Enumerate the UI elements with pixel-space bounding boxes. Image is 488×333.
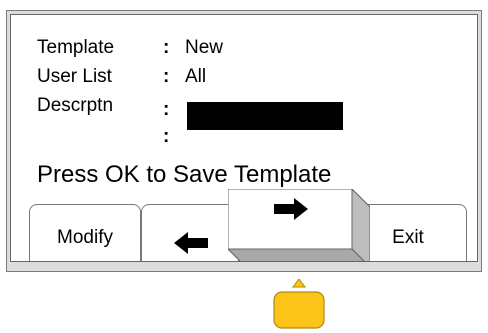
yellow-key: [273, 291, 325, 329]
save-prompt: Press OK to Save Template: [37, 161, 332, 188]
right-softkey[interactable]: [228, 189, 370, 262]
user-list-value: All: [185, 66, 207, 87]
left-arrow-icon: [174, 232, 208, 254]
up-triangle-icon: [292, 279, 306, 288]
description-separator-2: :: [163, 126, 170, 147]
modify-label: Modify: [57, 227, 113, 248]
modify-softkey[interactable]: Modify: [29, 204, 141, 261]
user-list-separator: :: [163, 66, 170, 87]
left-softkey[interactable]: [141, 204, 239, 261]
user-list-label: User List: [37, 66, 112, 87]
template-separator: :: [163, 37, 170, 58]
display-screen: Template : New User List : All Descrptn …: [10, 14, 478, 262]
template-label: Template: [37, 37, 115, 58]
description-separator: :: [163, 99, 170, 120]
description-input[interactable]: [187, 102, 343, 130]
description-label: Descrptn: [37, 95, 114, 116]
device: Template : New User List : All Descrptn …: [0, 0, 488, 333]
ok-indicator[interactable]: [273, 279, 325, 329]
template-value: New: [185, 37, 224, 58]
